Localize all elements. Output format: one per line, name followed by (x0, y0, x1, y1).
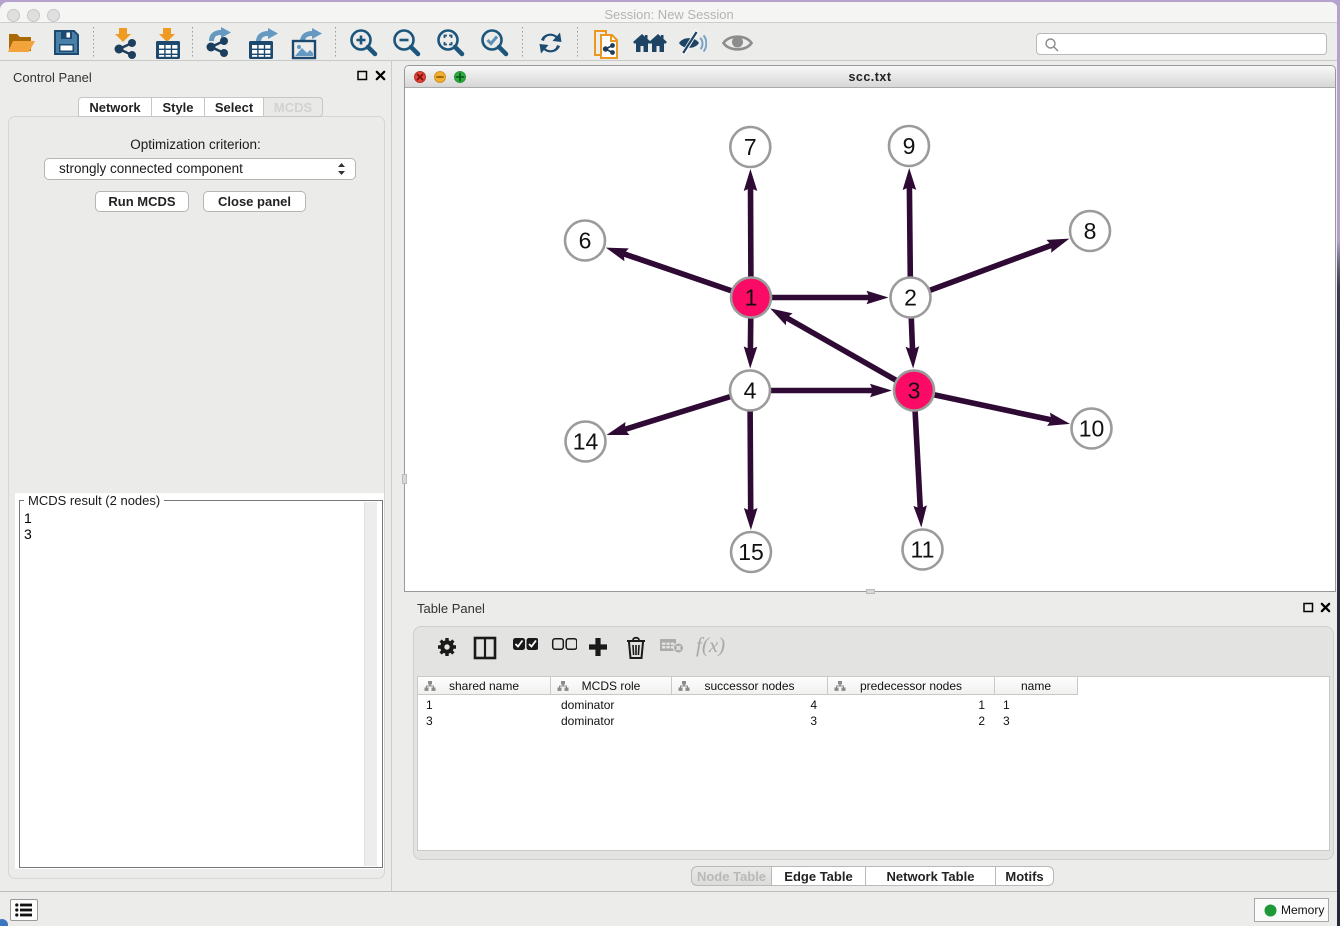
svg-text:1: 1 (745, 285, 758, 311)
svg-text:10: 10 (1079, 416, 1105, 442)
svg-text:3: 3 (908, 378, 921, 404)
svg-text:15: 15 (738, 539, 764, 565)
svg-text:14: 14 (573, 429, 599, 455)
svg-text:4: 4 (744, 378, 757, 404)
svg-text:2: 2 (904, 285, 917, 311)
svg-text:9: 9 (903, 133, 916, 159)
svg-text:8: 8 (1084, 218, 1097, 244)
svg-text:6: 6 (579, 228, 592, 254)
svg-text:7: 7 (744, 134, 757, 160)
svg-text:11: 11 (911, 537, 935, 563)
